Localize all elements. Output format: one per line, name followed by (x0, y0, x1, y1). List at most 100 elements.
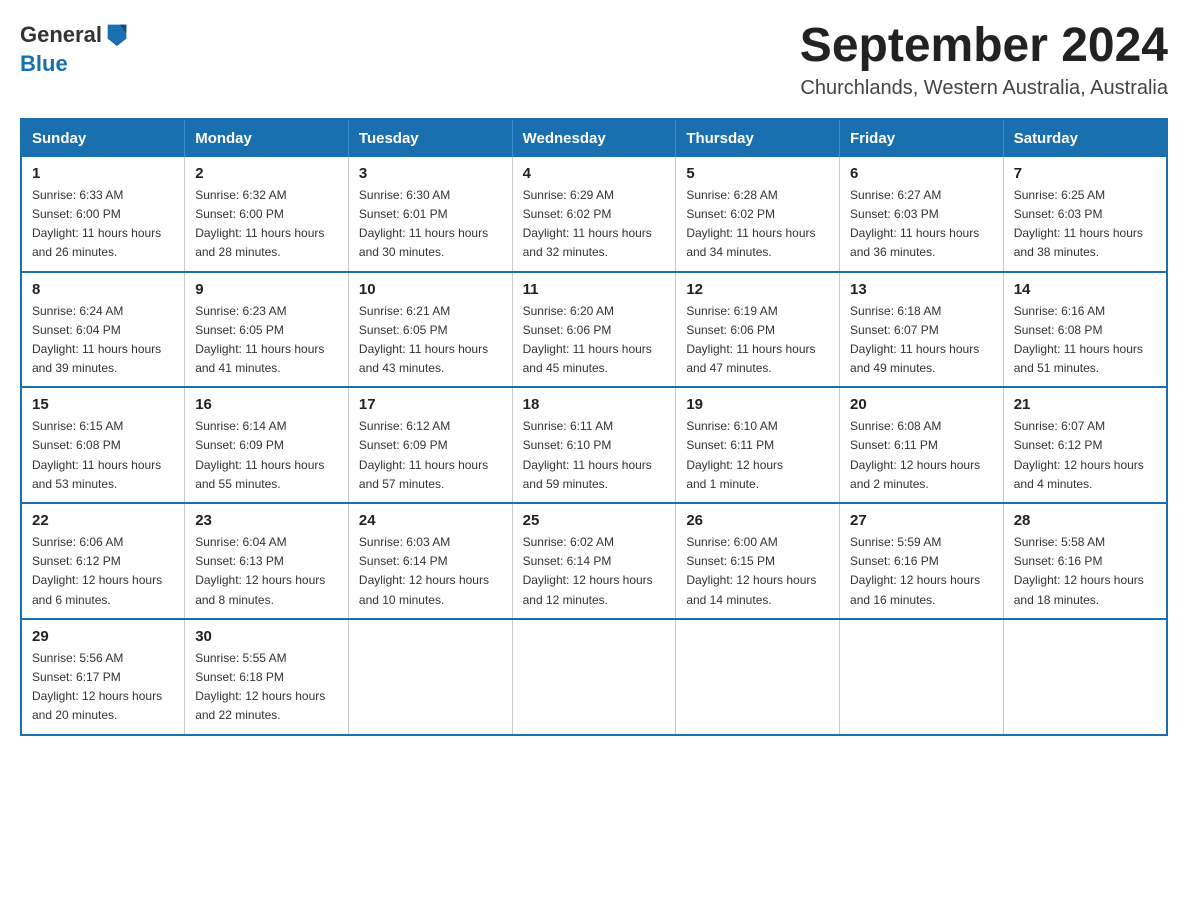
calendar-day-cell: 18 Sunrise: 6:11 AMSunset: 6:10 PMDayligh… (512, 387, 676, 503)
day-info: Sunrise: 5:56 AMSunset: 6:17 PMDaylight:… (32, 649, 174, 726)
day-number: 1 (32, 165, 174, 182)
calendar-week-row: 15 Sunrise: 6:15 AMSunset: 6:08 PMDayligh… (21, 387, 1167, 503)
day-info: Sunrise: 6:32 AMSunset: 6:00 PMDaylight:… (195, 186, 338, 263)
day-info: Sunrise: 6:24 AMSunset: 6:04 PMDaylight:… (32, 302, 174, 379)
day-number: 17 (359, 396, 502, 413)
logo-text: General Blue (20, 22, 132, 76)
calendar-header-wednesday: Wednesday (512, 119, 676, 157)
day-number: 5 (686, 165, 829, 182)
day-info: Sunrise: 6:06 AMSunset: 6:12 PMDaylight:… (32, 533, 174, 610)
day-number: 9 (195, 281, 338, 298)
day-number: 3 (359, 165, 502, 182)
calendar-day-cell: 12 Sunrise: 6:19 AMSunset: 6:06 PMDayligh… (676, 272, 840, 388)
day-info: Sunrise: 6:16 AMSunset: 6:08 PMDaylight:… (1014, 302, 1156, 379)
calendar-day-cell: 21 Sunrise: 6:07 AMSunset: 6:12 PMDayligh… (1003, 387, 1167, 503)
day-number: 6 (850, 165, 993, 182)
calendar-day-cell: 7Sunrise: 6:25 AMSunset: 6:03 PMDaylight… (1003, 157, 1167, 272)
day-info: Sunrise: 6:10 AMSunset: 6:11 PMDaylight:… (686, 417, 829, 494)
calendar-day-cell: 25 Sunrise: 6:02 AMSunset: 6:14 PMDayligh… (512, 503, 676, 619)
calendar-day-cell: 20Sunrise: 6:08 AMSunset: 6:11 PMDayligh… (840, 387, 1004, 503)
month-title: September 2024 (800, 20, 1168, 73)
calendar-day-cell: 15 Sunrise: 6:15 AMSunset: 6:08 PMDayligh… (21, 387, 185, 503)
day-number: 27 (850, 512, 993, 529)
calendar-day-cell (348, 619, 512, 735)
day-number: 13 (850, 281, 993, 298)
day-info: Sunrise: 6:15 AMSunset: 6:08 PMDaylight:… (32, 417, 174, 494)
calendar-day-cell: 29 Sunrise: 5:56 AMSunset: 6:17 PMDayligh… (21, 619, 185, 735)
day-info: Sunrise: 6:30 AMSunset: 6:01 PMDaylight:… (359, 186, 502, 263)
calendar-header-sunday: Sunday (21, 119, 185, 157)
calendar-day-cell: 17 Sunrise: 6:12 AMSunset: 6:09 PMDayligh… (348, 387, 512, 503)
calendar-day-cell: 30Sunrise: 5:55 AMSunset: 6:18 PMDayligh… (185, 619, 349, 735)
day-info: Sunrise: 5:58 AMSunset: 6:16 PMDaylight:… (1014, 533, 1156, 610)
day-info: Sunrise: 6:02 AMSunset: 6:14 PMDaylight:… (523, 533, 666, 610)
day-number: 8 (32, 281, 174, 298)
day-info: Sunrise: 5:59 AMSunset: 6:16 PMDaylight:… (850, 533, 993, 610)
day-number: 12 (686, 281, 829, 298)
day-number: 21 (1014, 396, 1156, 413)
calendar-day-cell: 23 Sunrise: 6:04 AMSunset: 6:13 PMDayligh… (185, 503, 349, 619)
day-number: 14 (1014, 281, 1156, 298)
calendar-day-cell: 2 Sunrise: 6:32 AMSunset: 6:00 PMDaylight… (185, 157, 349, 272)
calendar-day-cell (512, 619, 676, 735)
calendar-day-cell: 11Sunrise: 6:20 AMSunset: 6:06 PMDayligh… (512, 272, 676, 388)
day-number: 4 (523, 165, 666, 182)
day-number: 15 (32, 396, 174, 413)
day-number: 25 (523, 512, 666, 529)
day-number: 18 (523, 396, 666, 413)
calendar-week-row: 8 Sunrise: 6:24 AMSunset: 6:04 PMDaylight… (21, 272, 1167, 388)
day-info: Sunrise: 6:14 AMSunset: 6:09 PMDaylight:… (195, 417, 338, 494)
calendar-day-cell: 28Sunrise: 5:58 AMSunset: 6:16 PMDayligh… (1003, 503, 1167, 619)
calendar-header-saturday: Saturday (1003, 119, 1167, 157)
logo-blue-text: Blue (20, 51, 68, 76)
day-info: Sunrise: 6:12 AMSunset: 6:09 PMDaylight:… (359, 417, 502, 494)
day-info: Sunrise: 6:27 AMSunset: 6:03 PMDaylight:… (850, 186, 993, 263)
page-header: General Blue September 2024 Churchlands,… (20, 20, 1168, 100)
day-info: Sunrise: 6:04 AMSunset: 6:13 PMDaylight:… (195, 533, 338, 610)
title-area: September 2024 Churchlands, Western Aust… (800, 20, 1168, 100)
calendar-day-cell: 6 Sunrise: 6:27 AMSunset: 6:03 PMDaylight… (840, 157, 1004, 272)
day-info: Sunrise: 6:18 AMSunset: 6:07 PMDaylight:… (850, 302, 993, 379)
calendar-day-cell: 9 Sunrise: 6:23 AMSunset: 6:05 PMDaylight… (185, 272, 349, 388)
day-number: 2 (195, 165, 338, 182)
calendar-day-cell: 4 Sunrise: 6:29 AMSunset: 6:02 PMDaylight… (512, 157, 676, 272)
day-info: Sunrise: 6:29 AMSunset: 6:02 PMDaylight:… (523, 186, 666, 263)
calendar-header-monday: Monday (185, 119, 349, 157)
calendar-day-cell: 14 Sunrise: 6:16 AMSunset: 6:08 PMDayligh… (1003, 272, 1167, 388)
day-info: Sunrise: 6:28 AMSunset: 6:02 PMDaylight:… (686, 186, 829, 263)
day-info: Sunrise: 6:19 AMSunset: 6:06 PMDaylight:… (686, 302, 829, 379)
day-number: 19 (686, 396, 829, 413)
calendar-day-cell: 13 Sunrise: 6:18 AMSunset: 6:07 PMDayligh… (840, 272, 1004, 388)
logo: General Blue (20, 20, 132, 76)
day-info: Sunrise: 6:21 AMSunset: 6:05 PMDaylight:… (359, 302, 502, 379)
calendar-day-cell (1003, 619, 1167, 735)
calendar-day-cell: 27 Sunrise: 5:59 AMSunset: 6:16 PMDayligh… (840, 503, 1004, 619)
day-number: 24 (359, 512, 502, 529)
calendar-day-cell (676, 619, 840, 735)
day-number: 29 (32, 628, 174, 645)
location-title: Churchlands, Western Australia, Australi… (800, 77, 1168, 100)
day-info: Sunrise: 6:20 AMSunset: 6:06 PMDaylight:… (523, 302, 666, 379)
calendar-day-cell: 10 Sunrise: 6:21 AMSunset: 6:05 PMDayligh… (348, 272, 512, 388)
day-info: Sunrise: 6:11 AMSunset: 6:10 PMDaylight:… (523, 417, 666, 494)
calendar-week-row: 1 Sunrise: 6:33 AMSunset: 6:00 PMDaylight… (21, 157, 1167, 272)
calendar-week-row: 29 Sunrise: 5:56 AMSunset: 6:17 PMDayligh… (21, 619, 1167, 735)
calendar-day-cell: 3 Sunrise: 6:30 AMSunset: 6:01 PMDaylight… (348, 157, 512, 272)
day-info: Sunrise: 6:23 AMSunset: 6:05 PMDaylight:… (195, 302, 338, 379)
calendar-header-friday: Friday (840, 119, 1004, 157)
day-info: Sunrise: 6:33 AMSunset: 6:00 PMDaylight:… (32, 186, 174, 263)
calendar-day-cell (840, 619, 1004, 735)
day-info: Sunrise: 6:07 AMSunset: 6:12 PMDaylight:… (1014, 417, 1156, 494)
calendar-day-cell: 1 Sunrise: 6:33 AMSunset: 6:00 PMDaylight… (21, 157, 185, 272)
calendar-day-cell: 26Sunrise: 6:00 AMSunset: 6:15 PMDayligh… (676, 503, 840, 619)
calendar-day-cell: 5 Sunrise: 6:28 AMSunset: 6:02 PMDaylight… (676, 157, 840, 272)
day-info: Sunrise: 6:08 AMSunset: 6:11 PMDaylight:… (850, 417, 993, 494)
calendar-day-cell: 22Sunrise: 6:06 AMSunset: 6:12 PMDayligh… (21, 503, 185, 619)
calendar-week-row: 22Sunrise: 6:06 AMSunset: 6:12 PMDayligh… (21, 503, 1167, 619)
day-number: 23 (195, 512, 338, 529)
calendar-header-tuesday: Tuesday (348, 119, 512, 157)
day-number: 16 (195, 396, 338, 413)
calendar-header-thursday: Thursday (676, 119, 840, 157)
day-number: 10 (359, 281, 502, 298)
day-info: Sunrise: 6:03 AMSunset: 6:14 PMDaylight:… (359, 533, 502, 610)
